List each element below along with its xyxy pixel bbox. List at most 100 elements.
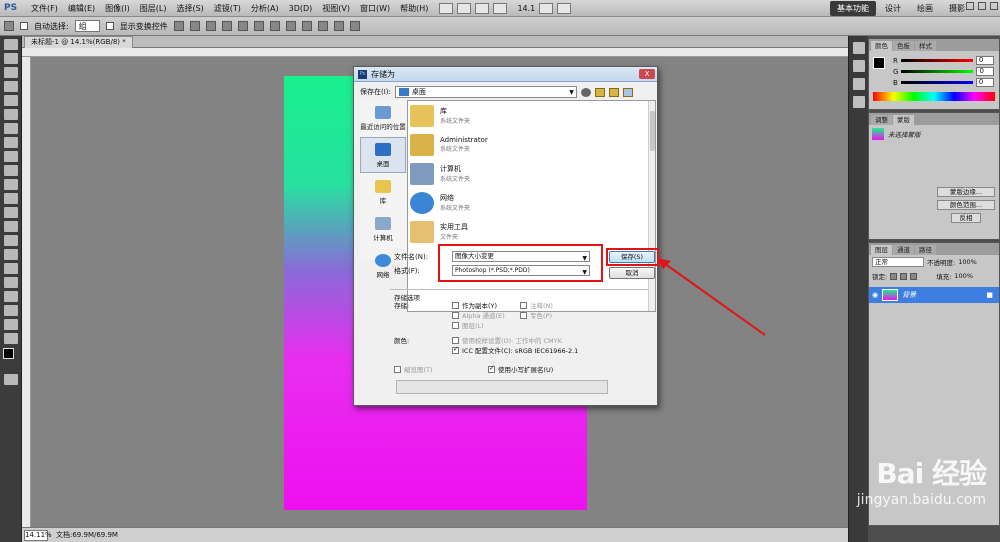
screen-mode-icon[interactable] xyxy=(557,2,572,14)
brush-tool-icon[interactable] xyxy=(4,137,18,148)
arrange-documents-icon[interactable] xyxy=(539,2,554,14)
list-item[interactable]: 网络 系统文件夹 xyxy=(408,188,655,217)
proof-setup-checkbox[interactable] xyxy=(452,336,459,344)
align-right-icon[interactable] xyxy=(253,21,264,31)
vertical-ruler[interactable] xyxy=(22,57,31,527)
red-slider[interactable] xyxy=(900,59,973,62)
align-top-icon[interactable] xyxy=(173,21,184,31)
green-slider[interactable] xyxy=(901,70,974,73)
quick-mask-icon[interactable] xyxy=(4,374,18,385)
auto-select-dropdown[interactable]: 组 xyxy=(74,20,100,32)
spot-checkbox[interactable] xyxy=(520,311,527,319)
alpha-option[interactable]: Alpha 通道(E) xyxy=(452,310,505,320)
distribute-middle-icon[interactable] xyxy=(285,21,296,31)
red-value-input[interactable]: 0 xyxy=(975,56,994,65)
marquee-tool-icon[interactable] xyxy=(4,53,18,64)
layer-row-background[interactable]: ◉ 背景 ■ xyxy=(869,287,999,303)
tab-paths[interactable]: 路径 xyxy=(915,245,936,255)
place-computer[interactable]: 计算机 xyxy=(360,211,406,247)
list-item[interactable]: Administrator 系统文件夹 xyxy=(408,130,655,159)
zoom-level[interactable]: 14.1 xyxy=(517,4,535,13)
hand-tool-icon[interactable] xyxy=(475,2,490,14)
mask-edge-button[interactable]: 蒙版边缘... xyxy=(937,187,995,197)
alpha-checkbox[interactable] xyxy=(452,311,459,319)
distribute-right-icon[interactable] xyxy=(349,21,360,31)
place-recent[interactable]: 最近访问的位置 xyxy=(360,100,406,136)
tab-styles[interactable]: 样式 xyxy=(915,41,936,51)
file-list-scrollbar[interactable] xyxy=(648,101,655,311)
menu-help[interactable]: 帮助(H) xyxy=(395,0,433,17)
blur-tool-icon[interactable] xyxy=(4,207,18,218)
menu-filter[interactable]: 滤镜(T) xyxy=(209,0,246,17)
as-copy-checkbox[interactable] xyxy=(452,301,459,309)
menu-window[interactable]: 窗口(W) xyxy=(355,0,395,17)
workspace-painting[interactable]: 绘画 xyxy=(910,1,940,16)
save-in-dropdown[interactable]: 桌面 ▼ xyxy=(394,86,577,98)
move-tool-icon[interactable] xyxy=(4,39,18,50)
character-panel-icon[interactable] xyxy=(853,78,865,90)
green-value-input[interactable]: 0 xyxy=(976,67,995,76)
color-foreground-swatch[interactable] xyxy=(873,57,885,69)
3d-orbit-tool-icon[interactable] xyxy=(4,305,18,316)
lowercase-ext-option[interactable]: 使用小写扩展名(U) xyxy=(488,364,553,374)
tab-layers[interactable]: 图层 xyxy=(871,245,892,255)
list-item[interactable]: 计算机 系统文件夹 xyxy=(408,159,655,188)
history-brush-tool-icon[interactable] xyxy=(4,165,18,176)
layers-option[interactable]: 图层(L) xyxy=(452,320,484,330)
back-icon[interactable] xyxy=(580,87,591,97)
distribute-left-icon[interactable] xyxy=(317,21,328,31)
lowercase-ext-checkbox[interactable] xyxy=(488,364,495,373)
tab-color[interactable]: 颜色 xyxy=(871,41,892,51)
path-select-tool-icon[interactable] xyxy=(4,263,18,274)
mini-bridge-icon[interactable] xyxy=(457,2,472,14)
tab-channels[interactable]: 通道 xyxy=(893,245,914,255)
move-tool-icon[interactable] xyxy=(4,21,14,31)
new-folder-icon[interactable] xyxy=(608,87,619,97)
document-tab[interactable]: 未标题-1 @ 14.1%(RGB/8) * xyxy=(24,36,133,48)
bridge-icon[interactable] xyxy=(439,2,454,14)
lock-all-icon[interactable] xyxy=(910,272,918,280)
tab-masks[interactable]: 蒙版 xyxy=(893,115,914,125)
eye-icon[interactable]: ◉ xyxy=(872,291,878,299)
tab-adjustments[interactable]: 调整 xyxy=(871,115,892,125)
3d-rotate-tool-icon[interactable] xyxy=(4,291,18,302)
eyedropper-tool-icon[interactable] xyxy=(4,109,18,120)
zoom-field[interactable]: 14.11% xyxy=(24,529,52,541)
dialog-close-button[interactable]: X xyxy=(639,69,655,79)
color-range-button[interactable]: 颜色范围... xyxy=(937,200,995,210)
lock-position-icon[interactable] xyxy=(900,272,908,280)
auto-select-checkbox[interactable] xyxy=(20,22,28,30)
view-menu-icon[interactable] xyxy=(622,87,633,97)
align-center-icon[interactable] xyxy=(237,21,248,31)
healing-brush-tool-icon[interactable] xyxy=(4,123,18,134)
list-item[interactable]: 实用工具 文件夹 xyxy=(408,217,655,246)
opacity-value[interactable]: 100% xyxy=(958,258,977,266)
thumbnail-checkbox[interactable] xyxy=(394,365,401,373)
eraser-tool-icon[interactable] xyxy=(4,179,18,190)
distribute-bottom-icon[interactable] xyxy=(301,21,312,31)
distribute-top-icon[interactable] xyxy=(269,21,280,31)
align-bottom-icon[interactable] xyxy=(205,21,216,31)
as-copy-option[interactable]: 作为副本(Y) xyxy=(452,300,497,310)
menu-layer[interactable]: 图层(L) xyxy=(135,0,172,17)
invert-button[interactable]: 反相 xyxy=(951,213,981,223)
menu-select[interactable]: 选择(S) xyxy=(171,0,208,17)
minimize-icon[interactable] xyxy=(966,2,974,10)
menu-3d[interactable]: 3D(D) xyxy=(284,0,318,17)
type-tool-icon[interactable] xyxy=(4,249,18,260)
history-panel-icon[interactable] xyxy=(853,42,865,54)
horizontal-ruler[interactable] xyxy=(22,48,848,57)
cancel-button[interactable]: 取消 xyxy=(609,267,655,279)
paragraph-panel-icon[interactable] xyxy=(853,96,865,108)
lock-pixels-icon[interactable] xyxy=(890,272,898,280)
notes-checkbox[interactable] xyxy=(520,301,527,309)
color-spectrum-bar[interactable] xyxy=(873,92,995,101)
zoom-tool-icon[interactable] xyxy=(493,2,508,14)
align-left-icon[interactable] xyxy=(221,21,232,31)
menu-analysis[interactable]: 分析(A) xyxy=(246,0,284,17)
foreground-color-swatch[interactable] xyxy=(3,348,14,359)
icc-profile-checkbox[interactable] xyxy=(452,345,459,354)
spot-option[interactable]: 专色(P) xyxy=(520,310,552,320)
place-desktop[interactable]: 桌面 xyxy=(360,137,406,173)
workspace-design[interactable]: 设计 xyxy=(878,1,908,16)
